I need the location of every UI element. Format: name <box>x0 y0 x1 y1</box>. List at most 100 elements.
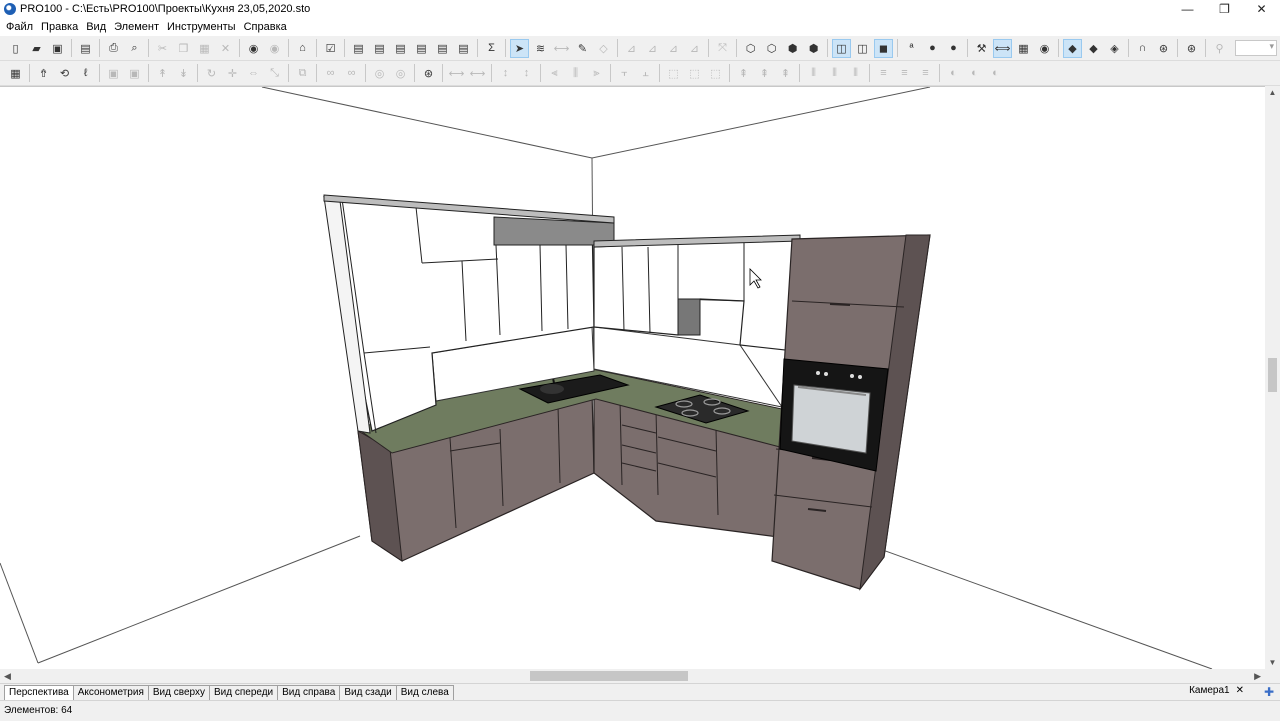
raise-icon[interactable]: ⇮ <box>34 64 53 83</box>
view-1-icon[interactable]: ◎ <box>370 64 389 83</box>
mirror-icon[interactable]: ⇔ <box>244 64 263 83</box>
edit-shape-icon[interactable]: ℓ <box>76 64 95 83</box>
report-download-icon[interactable]: ▤ <box>433 39 452 58</box>
order-3-icon[interactable]: ≡ <box>916 64 935 83</box>
snap-2-icon[interactable]: ◆ <box>1084 39 1103 58</box>
view-shaded-icon[interactable]: ⬢ <box>783 39 802 58</box>
align-top-icon[interactable]: ⫟ <box>615 64 634 83</box>
align-up-icon[interactable]: ↟ <box>153 64 172 83</box>
copy-icon[interactable]: ❐ <box>174 39 193 58</box>
camera-tab[interactable]: Камера1 ✕ <box>1189 685 1244 696</box>
scroll-down-icon[interactable]: ▼ <box>1265 658 1280 667</box>
dim-tool-4-icon[interactable]: ⊿ <box>685 39 704 58</box>
distribute-2-icon[interactable]: ⬚ <box>685 64 704 83</box>
fill-2-icon[interactable]: ◐ <box>965 64 984 83</box>
menu-file[interactable]: Файл <box>2 21 37 33</box>
grid-icon[interactable]: ▦ <box>1014 39 1033 58</box>
dim-tool-3-icon[interactable]: ⊿ <box>664 39 683 58</box>
tab-top-view[interactable]: Вид сверху <box>147 685 210 700</box>
wall-left-icon[interactable]: ◫ <box>832 38 851 58</box>
align-right-icon[interactable]: ⫸ <box>587 64 606 83</box>
dimensions-icon[interactable]: ⟺ <box>993 38 1012 58</box>
link-1-icon[interactable]: ∞ <box>321 64 340 83</box>
menu-view[interactable]: Вид <box>82 21 110 33</box>
render-icon[interactable]: ⊛ <box>1182 39 1201 58</box>
link-2-icon[interactable]: ∞ <box>342 64 361 83</box>
align-middle-icon[interactable]: ⫠ <box>636 64 655 83</box>
magnet-icon[interactable]: ∩ <box>1133 39 1152 58</box>
horizontal-scrollbar[interactable]: ◀ ▶ <box>0 669 1265 683</box>
target-icon[interactable]: ⊛ <box>1154 39 1173 58</box>
distribute-3-icon[interactable]: ⬚ <box>706 64 725 83</box>
restore-button[interactable]: ❐ <box>1206 0 1243 18</box>
stop-icon[interactable]: ⊛ <box>419 64 438 83</box>
ungroup-icon[interactable]: ▣ <box>125 64 144 83</box>
report-icon[interactable]: ▤ <box>349 39 368 58</box>
measure-icon[interactable]: ⟷ <box>552 39 571 58</box>
menu-edit[interactable]: Правка <box>37 21 82 33</box>
paste-icon[interactable]: ▦ <box>195 39 214 58</box>
delete-icon[interactable]: ✕ <box>216 39 235 58</box>
zoom-icon[interactable]: ⚲ <box>1210 39 1229 58</box>
material-icon[interactable]: ● <box>923 39 942 58</box>
space-2-icon[interactable]: ⫴ <box>825 64 844 83</box>
scroll-left-icon[interactable]: ◀ <box>4 669 11 683</box>
width-2-icon[interactable]: ⟷ <box>468 64 487 83</box>
order-2-icon[interactable]: ≡ <box>895 64 914 83</box>
report-preview-icon[interactable]: ▤ <box>370 39 389 58</box>
grid-snap-icon[interactable]: ▦ <box>6 64 25 83</box>
snap-1-icon[interactable]: ◆ <box>1063 38 1082 58</box>
library-icon[interactable]: ⌂ <box>293 39 312 58</box>
scroll-right-icon[interactable]: ▶ <box>1254 669 1261 683</box>
view-2-icon[interactable]: ◎ <box>391 64 410 83</box>
rotate-icon[interactable]: ↻ <box>202 64 221 83</box>
add-camera-icon[interactable]: ✚ <box>1264 685 1274 699</box>
select-pointer-icon[interactable]: ➤ <box>510 38 529 58</box>
text-label-icon[interactable]: ª <box>902 39 921 58</box>
vertical-scrollbar[interactable]: ▲ ▼ <box>1265 86 1280 669</box>
handles-icon[interactable]: ⚒ <box>972 39 991 58</box>
space-1-icon[interactable]: ⫴ <box>804 64 823 83</box>
space-3-icon[interactable]: ⫴ <box>846 64 865 83</box>
tab-left-view[interactable]: Вид слева <box>395 685 454 700</box>
dim-tool-2-icon[interactable]: ⊿ <box>643 39 662 58</box>
align-left-icon[interactable]: ⫷ <box>545 64 564 83</box>
zoom-level-combo[interactable]: ▾ <box>1235 40 1277 56</box>
sum-icon[interactable]: Σ <box>482 39 501 58</box>
fill-3-icon[interactable]: ◐ <box>986 64 1005 83</box>
print-preview-icon[interactable]: ⌕ <box>125 39 144 58</box>
3d-viewport[interactable] <box>0 86 1265 669</box>
floor-icon[interactable]: ◼ <box>874 38 893 58</box>
print-icon[interactable]: ⎙ <box>104 39 123 58</box>
move-cross-icon[interactable]: ✛ <box>223 64 242 83</box>
snap-3-icon[interactable]: ◈ <box>1105 39 1124 58</box>
close-button[interactable]: ✕ <box>1243 0 1280 18</box>
depth-3-icon[interactable]: ⇞ <box>776 64 795 83</box>
report-print-icon[interactable]: ▤ <box>412 39 431 58</box>
tab-front-view[interactable]: Вид спереди <box>208 685 279 700</box>
eyedropper-icon[interactable]: ✎ <box>573 39 592 58</box>
zoom-fit-icon[interactable]: ⤧ <box>713 39 732 58</box>
open-folder-icon[interactable]: ▰ <box>27 39 46 58</box>
vertical-scroll-thumb[interactable] <box>1268 358 1277 392</box>
redo-icon[interactable]: ◉ <box>265 39 284 58</box>
save-icon[interactable]: ▣ <box>48 39 67 58</box>
tab-right-view[interactable]: Вид справа <box>277 685 341 700</box>
report-settings-icon[interactable]: ▤ <box>454 39 473 58</box>
report-export-icon[interactable]: ▤ <box>391 39 410 58</box>
checklist-icon[interactable]: ☑ <box>321 39 340 58</box>
height-icon[interactable]: ↕ <box>496 64 515 83</box>
group-icon[interactable]: ▣ <box>104 64 123 83</box>
width-icon[interactable]: ⟷ <box>447 64 466 83</box>
menu-element[interactable]: Элемент <box>110 21 163 33</box>
depth-1-icon[interactable]: ⇞ <box>734 64 753 83</box>
wall-right-icon[interactable]: ◫ <box>853 39 872 58</box>
depth-2-icon[interactable]: ⇞ <box>755 64 774 83</box>
minimize-button[interactable]: — <box>1169 0 1206 18</box>
align-center-icon[interactable]: ⫼ <box>566 64 585 83</box>
view-hidden-icon[interactable]: ⬡ <box>762 39 781 58</box>
close-camera-icon[interactable]: ✕ <box>1236 685 1244 696</box>
new-file-icon[interactable]: ▯ <box>6 39 25 58</box>
horizontal-scroll-thumb[interactable] <box>530 671 688 681</box>
dim-tool-1-icon[interactable]: ⊿ <box>622 39 641 58</box>
